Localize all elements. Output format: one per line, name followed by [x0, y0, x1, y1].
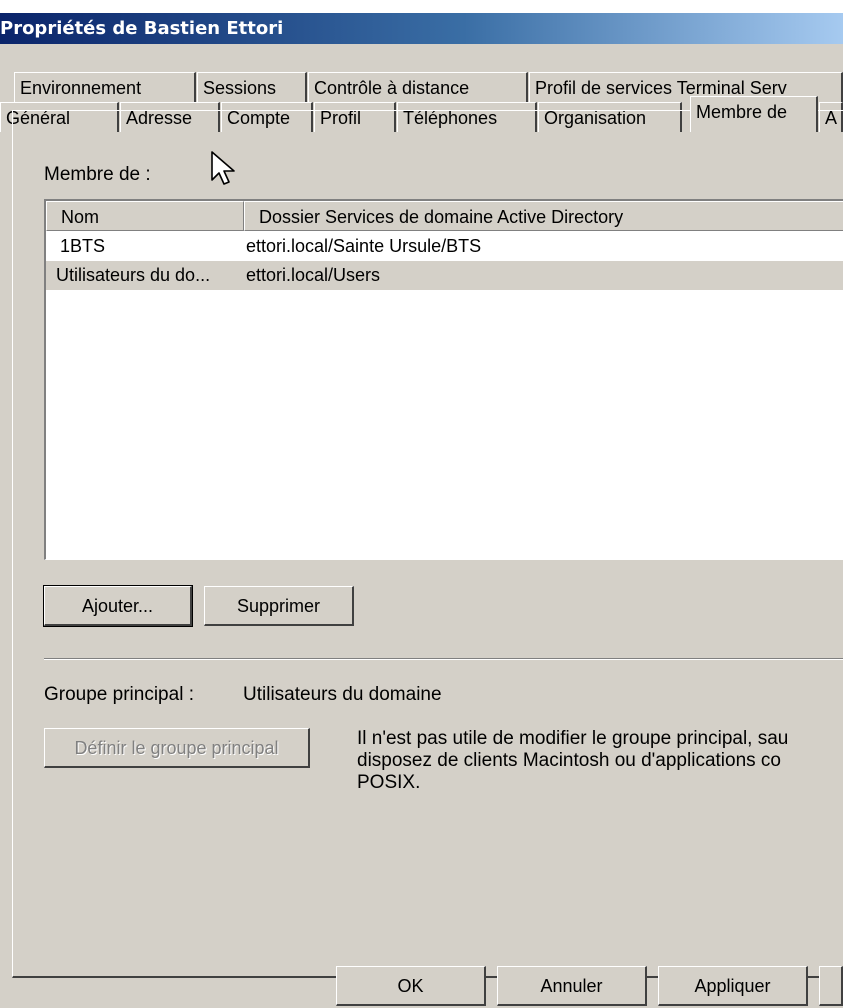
- primary-group-info-line2: disposez de clients Macintosh ou d'appli…: [357, 750, 781, 771]
- cell-name: 1BTS: [60, 236, 106, 256]
- set-primary-group-button[interactable]: Définir le groupe principal: [44, 728, 310, 768]
- add-button[interactable]: Ajouter...: [43, 585, 193, 627]
- column-header-nom[interactable]: Nom: [46, 201, 244, 231]
- primary-group-label: Groupe principal :: [44, 684, 194, 705]
- tab-controle-a-distance[interactable]: Contrôle à distance: [308, 72, 528, 102]
- window-title: Propriétés de Bastien Ettori: [0, 18, 284, 39]
- ok-button[interactable]: OK: [336, 966, 486, 1006]
- arrow-cursor-icon: [211, 151, 235, 185]
- separator: [44, 658, 843, 660]
- cancel-button[interactable]: Annuler: [497, 966, 647, 1006]
- cell-folder: ettori.local/Sainte Ursule/BTS: [246, 236, 482, 256]
- remove-button[interactable]: Supprimer: [204, 586, 354, 626]
- table-row[interactable]: Utilisateurs du do... ettori.local/Users: [46, 261, 843, 290]
- title-bar[interactable]: Propriétés de Bastien Ettori: [0, 13, 843, 44]
- cell-name: Utilisateurs du do...: [56, 265, 211, 285]
- tab-membre-de[interactable]: Membre de: [690, 96, 818, 132]
- tab-environnement[interactable]: Environnement: [14, 72, 196, 102]
- primary-group-info-line3: POSIX.: [357, 772, 421, 793]
- list-header: Nom Dossier Services de domaine Active D…: [46, 201, 843, 231]
- column-header-dossier[interactable]: Dossier Services de domaine Active Direc…: [244, 201, 843, 231]
- primary-group-info-line1: Il n'est pas utile de modifier le groupe…: [357, 728, 789, 749]
- primary-group-value: Utilisateurs du domaine: [243, 684, 442, 705]
- member-of-list[interactable]: Nom Dossier Services de domaine Active D…: [44, 199, 843, 560]
- table-row[interactable]: 1BTS ettori.local/Sainte Ursule/BTS: [46, 232, 843, 261]
- cell-folder: ettori.local/Users: [246, 265, 381, 285]
- tab-sessions[interactable]: Sessions: [197, 72, 307, 102]
- help-button[interactable]: [819, 966, 843, 1006]
- member-of-label: Membre de :: [44, 164, 151, 185]
- apply-button[interactable]: Appliquer: [658, 966, 808, 1006]
